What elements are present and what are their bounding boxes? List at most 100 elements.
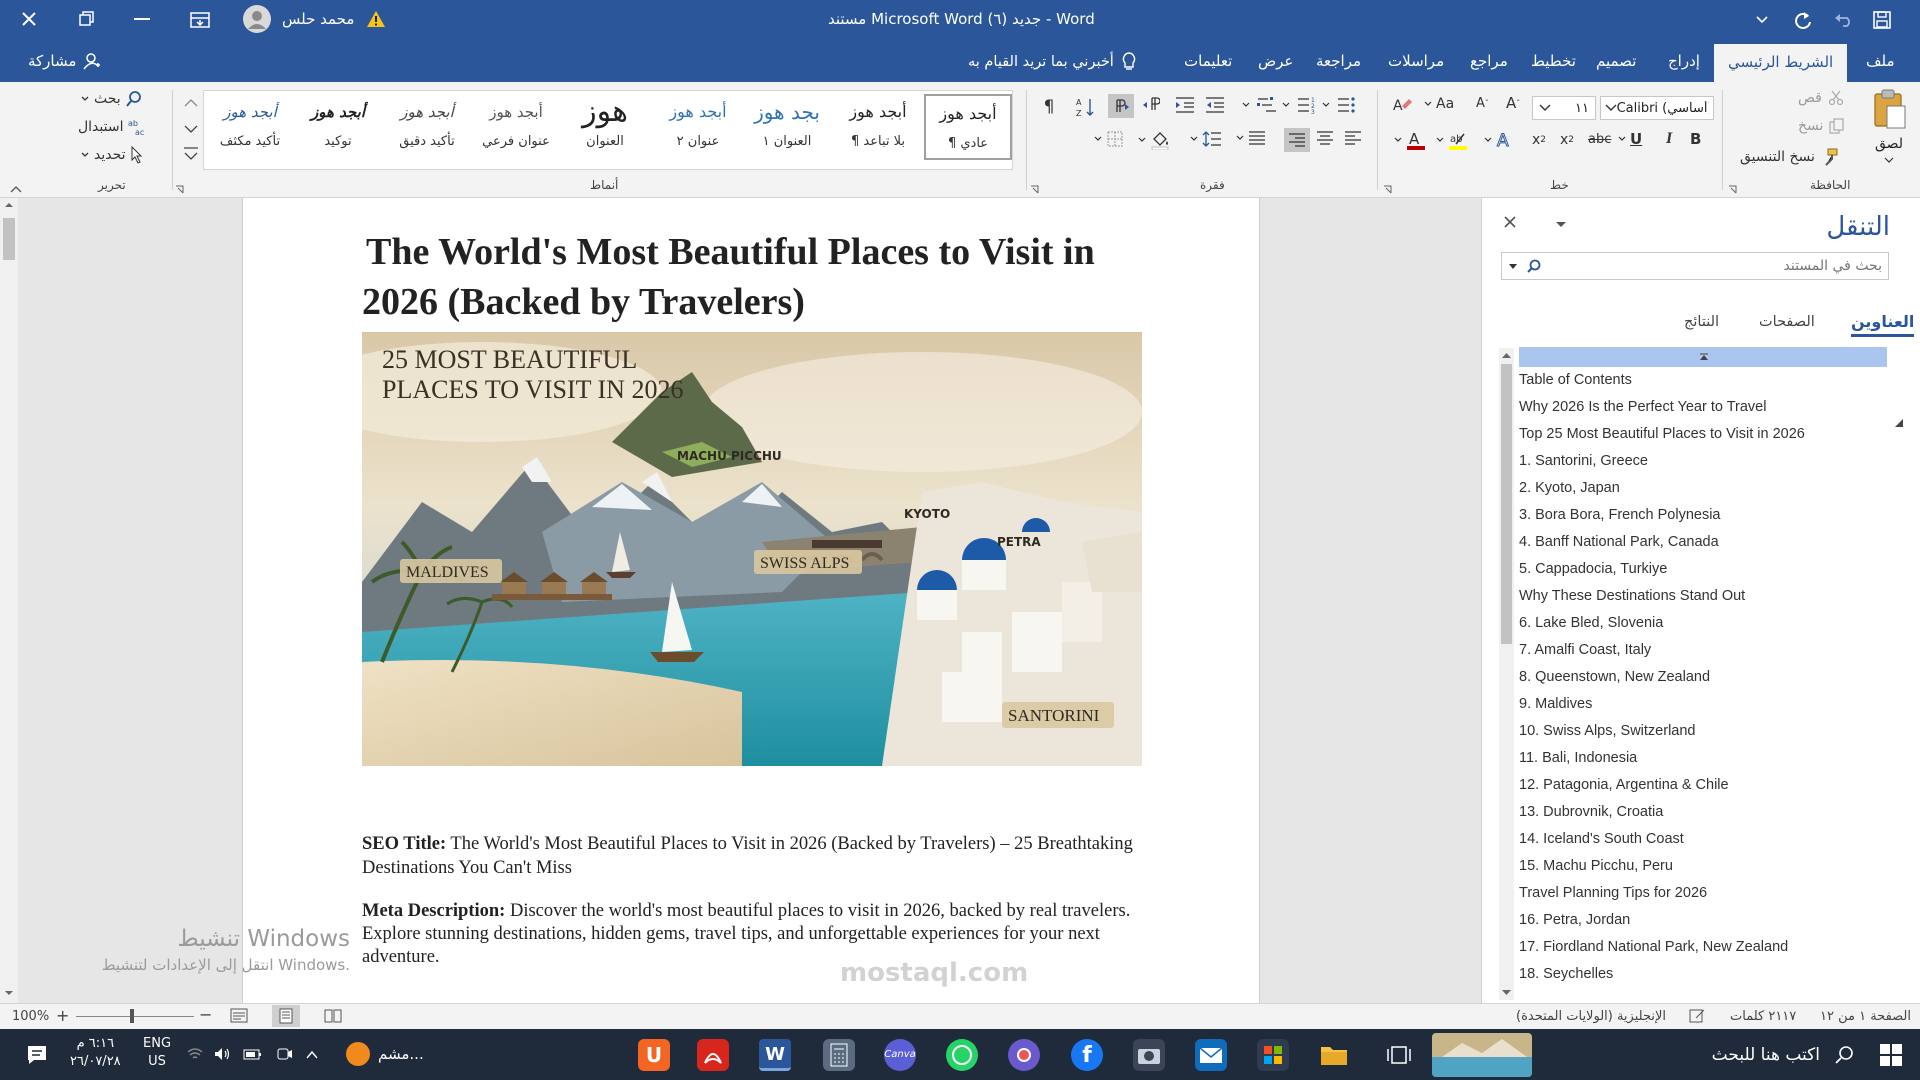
nav-heading-item[interactable]: Why These Destinations Stand Out — [1519, 588, 1745, 604]
underline-button[interactable]: U — [1618, 130, 1642, 148]
seo-title-paragraph[interactable]: SEO Title: The World's Most Beautiful Pl… — [362, 832, 1147, 880]
select-button[interactable]: تحديد — [80, 146, 144, 164]
nav-heading-item[interactable]: Why 2026 Is the Perfect Year to Travel — [1519, 399, 1766, 415]
nav-heading-item[interactable]: 4. Banff National Park, Canada — [1519, 534, 1719, 550]
font-dialog-launcher[interactable] — [1383, 182, 1392, 198]
document-scrollbar[interactable] — [0, 198, 18, 1003]
taskbar-chrome[interactable] — [1008, 1039, 1040, 1071]
nav-heading-item[interactable]: 15. Machu Picchu, Peru — [1519, 858, 1673, 874]
nav-heading-selected[interactable] — [1519, 347, 1887, 367]
taskbar-app-orange[interactable]: U — [638, 1039, 670, 1071]
tab-insert[interactable]: إدراج — [1668, 52, 1700, 70]
nav-heading-item[interactable]: 14. Iceland's South Coast — [1519, 831, 1684, 847]
document-title-line-1[interactable]: The World's Most Beautiful Places to Vis… — [366, 230, 1095, 274]
cut-button[interactable]: قص — [1798, 90, 1844, 106]
bullets-button[interactable] — [1322, 96, 1356, 114]
wifi-icon[interactable] — [186, 1046, 204, 1066]
meta-description-paragraph[interactable]: Meta Description: Discover the world's m… — [362, 900, 1147, 969]
taskbar-search-box[interactable]: اكتب هنا للبحث — [1682, 1029, 1862, 1080]
nav-search-box[interactable] — [1501, 252, 1889, 280]
volume-icon[interactable] — [213, 1046, 231, 1066]
taskbar-mail[interactable] — [1195, 1039, 1227, 1071]
replace-button[interactable]: استبدال ab ac — [78, 118, 147, 136]
justify-button[interactable] — [1236, 130, 1266, 146]
battery-icon[interactable] — [243, 1046, 263, 1066]
ltr-direction-button[interactable] — [1108, 94, 1134, 118]
taskbar-file-explorer[interactable] — [1318, 1039, 1350, 1071]
tab-home[interactable]: الشريط الرئيسي — [1714, 44, 1848, 82]
font-size-select[interactable]: ١١ — [1532, 96, 1596, 120]
document-page[interactable]: The World's Most Beautiful Places to Vis… — [242, 198, 1260, 1003]
font-color-button[interactable]: A — [1394, 130, 1426, 150]
taskbar-whatsapp[interactable] — [946, 1039, 978, 1071]
change-case-button[interactable]: Aa — [1424, 96, 1454, 112]
numbering-button[interactable]: 123 — [1282, 96, 1316, 114]
shrink-font-button[interactable]: Aˇ — [1476, 96, 1489, 111]
nav-heading-item[interactable]: 6. Lake Bled, Slovenia — [1519, 615, 1663, 631]
share-button[interactable]: مشاركة — [28, 52, 101, 70]
nav-tab-results[interactable]: النتائج — [1684, 314, 1719, 330]
tell-me-search[interactable]: أخبرني بما تريد القيام به — [968, 52, 1136, 72]
nav-heading-item[interactable]: 2. Kyoto, Japan — [1519, 480, 1620, 496]
nav-scroll-thumb[interactable] — [1501, 364, 1512, 644]
styles-gallery-scroll[interactable] — [180, 92, 202, 168]
word-count[interactable]: ٢١١٧ كلمات — [1730, 1009, 1796, 1024]
redo-button[interactable] — [1792, 9, 1814, 35]
style-intense-emphasis[interactable]: أبجد هوز تأكيد مكثف — [206, 94, 294, 160]
warning-icon[interactable] — [366, 9, 386, 33]
minimize-window-button[interactable] — [134, 18, 150, 20]
taskbar-facebook[interactable]: f — [1071, 1039, 1103, 1071]
taskbar-calculator[interactable] — [823, 1039, 855, 1071]
styles-dialog-launcher[interactable] — [175, 182, 184, 198]
tab-file[interactable]: ملف — [1866, 52, 1895, 70]
style-heading-1[interactable]: بجد هوز العنوان ١ — [743, 94, 831, 160]
nav-heading-item[interactable]: 17. Fiordland National Park, New Zealand — [1519, 939, 1788, 955]
style-no-spacing[interactable]: أبجد هوز ¶ بلا تباعد — [834, 94, 922, 160]
nav-heading-item[interactable]: 7. Amalfi Coast, Italy — [1519, 642, 1651, 658]
web-layout-button[interactable] — [230, 1008, 248, 1028]
ribbon-display-options-button[interactable] — [189, 10, 211, 34]
nav-heading-item[interactable]: 11. Bali, Indonesia — [1519, 750, 1637, 766]
clear-formatting-button[interactable]: A — [1392, 96, 1412, 114]
superscript-button[interactable]: x2 — [1532, 132, 1546, 148]
nav-heading-item[interactable]: 1. Santorini, Greece — [1519, 453, 1648, 469]
proofing-language[interactable]: الإنجليزية (الولايات المتحدة) — [1516, 1009, 1666, 1024]
tab-help[interactable]: تعليمات — [1184, 52, 1232, 70]
tab-view[interactable]: عرض — [1258, 52, 1293, 70]
nav-heading-item[interactable]: Table of Contents — [1519, 372, 1632, 388]
copy-button[interactable]: نسخ — [1798, 118, 1845, 134]
nav-heading-item[interactable]: 10. Swiss Alps, Switzerland — [1519, 723, 1696, 739]
restore-window-button[interactable] — [76, 9, 96, 33]
taskbar-canva[interactable]: Canva — [884, 1039, 916, 1071]
nav-tab-pages[interactable]: الصفحات — [1759, 314, 1815, 330]
text-effects-button[interactable]: A — [1484, 130, 1514, 150]
nav-heading-item[interactable]: 18. Seychelles — [1519, 966, 1613, 982]
align-center-button[interactable] — [1316, 130, 1334, 146]
sort-button[interactable]: AZ — [1076, 96, 1096, 118]
taskbar-word[interactable]: W — [759, 1039, 791, 1071]
nav-pane-options-button[interactable] — [1554, 218, 1568, 234]
highlight-button[interactable]: ab — [1436, 130, 1468, 150]
borders-button[interactable] — [1094, 130, 1124, 148]
strikethrough-button[interactable]: abc — [1588, 132, 1611, 147]
nav-heading-item[interactable]: 12. Patagonia, Argentina & Chile — [1519, 777, 1729, 793]
style-subtle-emphasis[interactable]: أبجد هوز تأكيد دقيق — [383, 94, 471, 160]
show-hidden-icons-button[interactable] — [305, 1048, 319, 1064]
style-strong[interactable]: أبجد هوز توكيد — [294, 94, 382, 160]
decrease-indent-button[interactable] — [1204, 96, 1226, 114]
nav-heading-item[interactable]: 8. Queenstown, New Zealand — [1519, 669, 1710, 685]
nav-heading-item[interactable]: 16. Petra, Jordan — [1519, 912, 1630, 928]
zoom-in-button[interactable]: + — [56, 1006, 69, 1025]
align-left-button[interactable] — [1344, 130, 1362, 146]
taskbar-camera[interactable] — [1133, 1039, 1165, 1071]
paste-button[interactable]: لصق — [1866, 88, 1912, 170]
nav-heading-item[interactable]: Top 25 Most Beautiful Places to Visit in… — [1519, 426, 1805, 442]
align-right-button[interactable] — [1284, 128, 1310, 152]
nav-heading-item[interactable]: 9. Maldives — [1519, 696, 1592, 712]
rtl-direction-button[interactable] — [1140, 96, 1160, 112]
format-painter-button[interactable]: نسخ التنسيق — [1740, 148, 1839, 166]
tab-mailings[interactable]: مراسلات — [1388, 52, 1444, 70]
multilevel-list-button[interactable] — [1242, 96, 1276, 114]
clipboard-dialog-launcher[interactable] — [1728, 182, 1737, 198]
bold-button[interactable]: B — [1690, 130, 1701, 148]
